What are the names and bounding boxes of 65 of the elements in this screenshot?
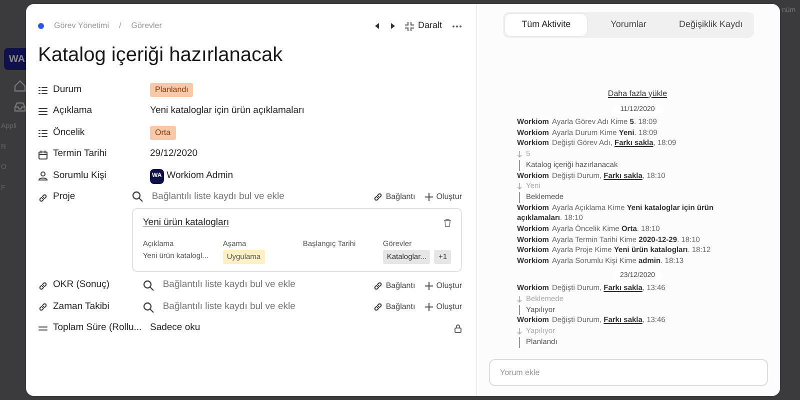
link-icon bbox=[372, 192, 383, 202]
create-button[interactable]: Oluştur bbox=[425, 301, 462, 313]
create-button[interactable]: Oluştur bbox=[425, 190, 462, 203]
down-arrow-icon bbox=[517, 183, 522, 190]
more-icon[interactable] bbox=[452, 24, 462, 28]
home-icon[interactable] bbox=[14, 80, 26, 92]
link-icon bbox=[38, 302, 48, 312]
text-lines-icon bbox=[38, 107, 48, 116]
next-icon[interactable] bbox=[390, 23, 395, 29]
search-icon bbox=[142, 280, 154, 291]
record-title[interactable]: Yeni ürün katalogları bbox=[142, 216, 230, 230]
app-logo[interactable]: WA bbox=[4, 48, 26, 70]
field-label: Toplam Süre (Rollu... bbox=[53, 321, 142, 336]
plus-icon bbox=[425, 282, 434, 290]
field-label: Proje bbox=[53, 190, 76, 204]
link-icon bbox=[372, 280, 383, 290]
link-button[interactable]: Bağlantı bbox=[372, 301, 416, 313]
link-button[interactable]: Bağlantı bbox=[372, 280, 416, 292]
field-value: 29/12/2020 bbox=[150, 147, 198, 162]
field-label: Durum bbox=[53, 82, 82, 97]
tab[interactable]: Yorumlar bbox=[587, 14, 670, 36]
lock-icon bbox=[454, 324, 462, 333]
plus-icon bbox=[425, 303, 434, 311]
field-label: Zaman Takibi bbox=[53, 300, 110, 314]
field-value: Yeni kataloglar için ürün açıklamaları bbox=[150, 104, 304, 118]
user-name: Workiom Admin bbox=[166, 168, 234, 183]
search-field[interactable]: Bağlantılı liste kaydı bul ve ekle bbox=[162, 300, 363, 314]
link-icon bbox=[372, 302, 383, 312]
search-icon bbox=[132, 191, 143, 202]
list-icon bbox=[38, 86, 48, 94]
person-icon bbox=[38, 171, 48, 181]
list-icon bbox=[38, 128, 48, 138]
plus-icon bbox=[425, 192, 434, 201]
tab[interactable]: Tüm Aktivite bbox=[505, 14, 588, 36]
field-value: Sadece oku bbox=[150, 321, 200, 336]
field-label: OKR (Sonuç) bbox=[53, 278, 110, 292]
field-label: Termin Tarihi bbox=[53, 147, 107, 162]
search-field[interactable]: Bağlantılı liste kaydı bul ve ekle bbox=[152, 190, 352, 204]
link-icon bbox=[38, 192, 48, 202]
create-button[interactable]: Oluştur bbox=[425, 280, 462, 292]
trash-icon[interactable] bbox=[444, 218, 451, 227]
status-badge: Planlandı bbox=[150, 83, 194, 97]
equals-icon bbox=[38, 324, 48, 333]
down-arrow-icon bbox=[517, 328, 522, 335]
collapse-button[interactable]: Daralt bbox=[404, 19, 442, 33]
inbox-icon[interactable] bbox=[14, 102, 26, 112]
down-arrow-icon bbox=[517, 150, 522, 158]
task-title: Katalog içeriği hazırlanacak bbox=[38, 43, 284, 68]
field-label: Öncelik bbox=[53, 126, 85, 140]
link-button[interactable]: Bağlantı bbox=[372, 190, 416, 203]
collapse-icon bbox=[404, 22, 414, 30]
comment-field[interactable]: Yorum ekle bbox=[489, 359, 768, 386]
previous-icon[interactable] bbox=[374, 23, 380, 29]
down-arrow-icon bbox=[517, 296, 522, 303]
status-badge: Orta bbox=[150, 126, 176, 140]
search-field[interactable]: Bağlantılı liste kaydı bul ve ekle bbox=[162, 278, 363, 293]
field-label: Sorumlu Kişi bbox=[53, 168, 106, 183]
load-more-link[interactable]: Daha fazla yükle bbox=[517, 88, 758, 100]
breadcrumb-separator: / bbox=[119, 20, 122, 32]
calendar-icon bbox=[38, 150, 48, 160]
app-dot-icon bbox=[38, 23, 44, 29]
tab[interactable]: Değişiklik Kaydı bbox=[670, 14, 752, 36]
field-label: Açıklama bbox=[53, 104, 92, 118]
link-icon bbox=[38, 280, 48, 290]
search-icon bbox=[142, 302, 154, 312]
